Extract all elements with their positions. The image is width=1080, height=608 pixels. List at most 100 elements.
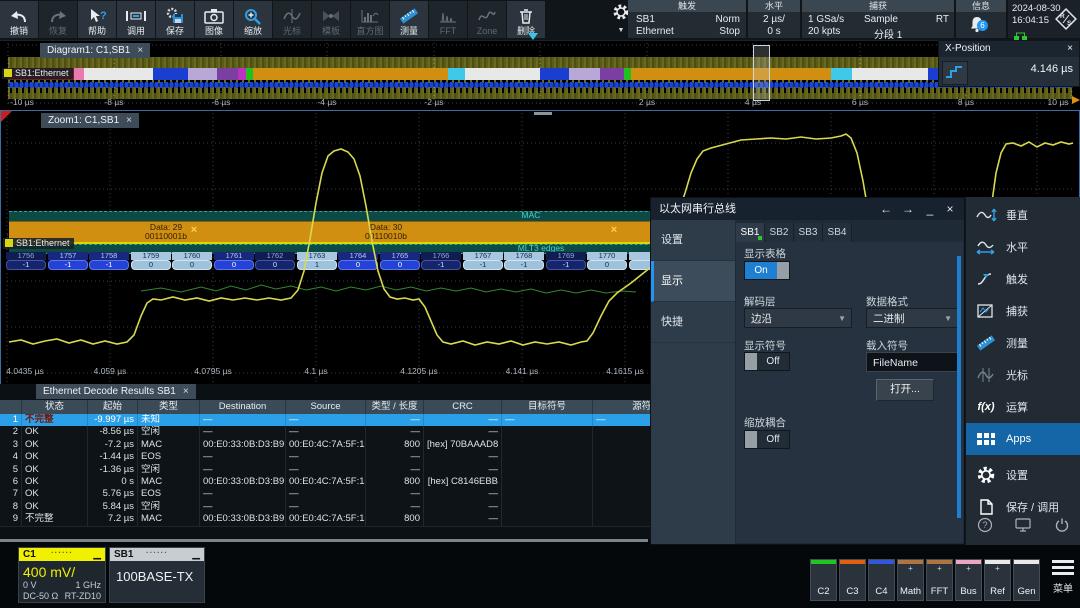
axis-tick: -4 µs <box>317 97 336 107</box>
dialog-forward-button[interactable]: → <box>898 198 918 220</box>
column-header[interactable]: 起始 <box>88 400 138 414</box>
column-header[interactable]: 类型 / 长度 <box>366 400 424 414</box>
histogram-icon <box>360 6 380 26</box>
table-row[interactable]: 5OK-1.36 µs空闲———— <box>0 464 760 477</box>
results-tab[interactable]: Ethernet Decode Results SB1× <box>36 384 196 399</box>
dialog-close-button[interactable]: × <box>940 198 960 220</box>
tab-sb3[interactable]: SB3 <box>794 223 823 242</box>
diagram1-close-icon[interactable]: × <box>137 45 143 56</box>
dialog-nav-display[interactable]: 显示 <box>651 261 735 302</box>
table-row[interactable]: 7OK5.76 µsEOS———— <box>0 488 760 501</box>
undo-button[interactable]: 撤销 <box>0 1 38 38</box>
column-header[interactable]: 状态 <box>22 400 88 414</box>
x-position-value[interactable]: 4.146 µs <box>1031 63 1073 75</box>
data-format-dropdown[interactable]: 二进制▼ <box>866 308 958 328</box>
drag-dots: ······ <box>146 546 168 559</box>
screenshot-button[interactable]: 图像 <box>195 1 233 38</box>
table-row[interactable]: 2OK-8.56 µs空闲———— <box>0 426 760 439</box>
channel1-badge[interactable]: C1······▁ 400 mV/ 0 V1 GHz DC-50 ΩRT-ZD1… <box>18 547 106 603</box>
dialog-nav-shortcuts[interactable]: 快捷 <box>651 302 735 343</box>
math-button[interactable]: +Math <box>897 559 924 601</box>
minimize-icon[interactable]: ▁ <box>192 548 200 561</box>
channel2-button[interactable]: C2 <box>810 559 837 601</box>
sidebar-item-trigger[interactable]: 触发 <box>966 263 1080 295</box>
dialog-nav-setup[interactable]: 设置 <box>651 220 735 261</box>
table-row[interactable]: 3OK-7.2 µsMAC00:E0:33:0B:D3:B900:E0:4C:7… <box>0 439 760 452</box>
scrollbar-handle-top[interactable] <box>534 112 552 115</box>
zoom1-close-icon[interactable]: × <box>126 115 132 126</box>
show-table-toggle[interactable]: On <box>744 261 790 280</box>
axis-tick: 4.1615 µs <box>606 366 644 376</box>
dialog-content: 显示表格 On 解码层 边沿▼ 数据格式 二进制▼ 显示符号 Off 载入符号 … <box>736 242 963 543</box>
ref-button[interactable]: +Ref <box>984 559 1011 601</box>
serial-bus1-badge[interactable]: SB1······▁ 100BASE-TX <box>109 547 205 603</box>
info-status-block[interactable]: 信息 6 <box>956 0 1006 38</box>
trigger-state: Stop <box>719 26 740 37</box>
acquisition-status-block[interactable]: 捕获 1 GSa/s Sample RT 20 kpts 分段 1 <box>802 0 954 38</box>
column-header[interactable]: Destination <box>200 400 286 414</box>
bus-button[interactable]: +Bus <box>955 559 982 601</box>
column-header[interactable]: 目标符号 <box>502 400 593 414</box>
decode-layer-dropdown[interactable]: 边沿▼ <box>744 308 852 328</box>
diagram1-window[interactable]: Diagram1: C1,SB1× SB1:Ethernet -10 µs -8… <box>0 40 1080 111</box>
dialog-scrollbar[interactable] <box>957 256 961 518</box>
sidebar-item-vertical[interactable]: 垂直 <box>966 199 1080 231</box>
sidebar-item-apps[interactable]: Apps <box>966 423 1080 455</box>
gen-button[interactable]: Gen <box>1013 559 1040 601</box>
x-position-close-icon[interactable]: × <box>1067 41 1073 57</box>
sidebar-item-acquire[interactable]: 捕获 <box>966 295 1080 327</box>
power-icon[interactable] <box>1054 517 1070 538</box>
trigger-position-marker[interactable] <box>528 33 538 40</box>
recall-button[interactable]: 调用 <box>117 1 155 38</box>
zone-button: Zone <box>468 1 506 38</box>
column-header[interactable]: Source <box>286 400 366 414</box>
mlt3-edge-pill: 1757-1 <box>48 252 88 269</box>
minimize-icon[interactable]: ▁ <box>93 548 101 561</box>
open-file-button[interactable]: 打开... <box>876 379 934 401</box>
table-row[interactable]: 8OK5.84 µs空闲———— <box>0 501 760 514</box>
table-row[interactable]: 6OK0 sMAC00:E0:33:0B:D3:B900:E0:4C:7A:5F… <box>0 476 760 489</box>
sidebar-item-horizontal[interactable]: 水平 <box>966 231 1080 263</box>
sidebar-item-math[interactable]: f(x)运算 <box>966 391 1080 423</box>
dialog-back-button[interactable]: ← <box>876 198 896 220</box>
channel3-button[interactable]: C3 <box>839 559 866 601</box>
trigger-status-block[interactable]: 触发 SB1 Norm Ethernet Stop <box>628 0 746 38</box>
column-header[interactable]: 类型 <box>138 400 200 414</box>
cursor-icon <box>966 367 1006 383</box>
diagram1-tab[interactable]: Diagram1: C1,SB1× <box>40 43 150 58</box>
symbols-filename-input[interactable]: FileName <box>866 352 958 372</box>
display-icon[interactable] <box>1014 517 1032 538</box>
fft-button[interactable]: +FFT <box>926 559 953 601</box>
show-symbols-toggle[interactable]: Off <box>744 352 790 371</box>
table-scrollbar[interactable] <box>0 539 648 542</box>
table-row[interactable]: 1不完整-9.997 µs未知—————— <box>0 414 760 427</box>
tab-sb4[interactable]: SB4 <box>823 223 852 242</box>
table-row[interactable]: 4OK-1.44 µsEOS———— <box>0 451 760 464</box>
diagram1-bus-label[interactable]: SB1:Ethernet <box>2 68 73 79</box>
horizontal-status-block[interactable]: 水平 2 µs/ 0 s <box>748 0 800 38</box>
notification-bell-icon[interactable]: 6 <box>968 15 986 38</box>
delete-button[interactable]: 删除 <box>507 1 545 38</box>
zoom1-bus-label[interactable]: SB1:Ethernet <box>3 238 74 249</box>
measure-button[interactable]: 测量 <box>390 1 428 38</box>
zoom-area-box[interactable] <box>753 45 770 101</box>
column-header[interactable]: CRC <box>424 400 502 414</box>
dialog-titlebar[interactable]: 以太网串行总线 ← → _ × <box>651 198 964 220</box>
help-circle-icon[interactable]: ? <box>977 517 993 538</box>
sidebar-item-measure[interactable]: 测量 <box>966 327 1080 359</box>
help-button[interactable]: ?帮助 <box>78 1 116 38</box>
results-close-icon[interactable]: × <box>183 386 189 397</box>
sidebar-item-cursor[interactable]: 光标 <box>966 359 1080 391</box>
table-row[interactable]: 9不完整7.2 µsMAC00:E0:33:0B:D3:B900:E0:4C:7… <box>0 513 760 526</box>
x-position-panel: X-Position× 4.146 µs <box>938 40 1080 87</box>
channel4-button[interactable]: C4 <box>868 559 895 601</box>
save-button[interactable]: 保存 <box>156 1 194 38</box>
zoom-button[interactable]: 缩放 <box>234 1 272 38</box>
tab-sb1[interactable]: SB1 <box>736 223 765 242</box>
zoom1-tab[interactable]: Zoom1: C1,SB1× <box>41 113 139 128</box>
menu-button[interactable]: 菜单 <box>1048 557 1078 595</box>
tab-sb2[interactable]: SB2 <box>765 223 794 242</box>
zoom-coupling-toggle[interactable]: Off <box>744 430 790 449</box>
dialog-minimize-button[interactable]: _ <box>920 198 940 220</box>
sidebar-item-settings[interactable]: 设置 <box>966 459 1080 491</box>
